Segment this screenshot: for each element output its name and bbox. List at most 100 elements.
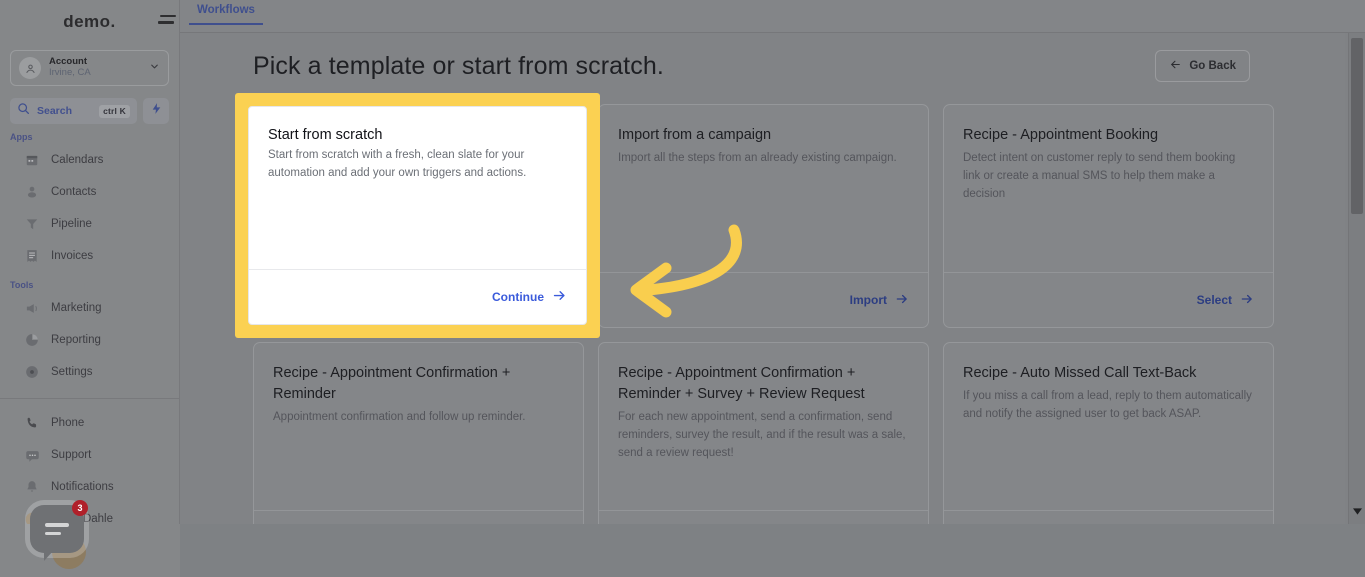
arrow-right-icon (895, 292, 909, 309)
go-back-button[interactable]: Go Back (1155, 50, 1250, 82)
card-body: Recipe - Appointment Booking Detect inte… (944, 105, 1273, 272)
nav-group-apps: Calendars Contacts Pipeline Invoices (0, 144, 179, 272)
lightning-bolt-icon (150, 101, 163, 121)
card-footer: Import (599, 272, 928, 327)
nav-group-label-apps: Apps (10, 132, 33, 142)
card-action-link[interactable]: Select (1197, 292, 1254, 309)
topbar: Workflows (180, 0, 1365, 33)
card-action-label: Select (1196, 293, 1232, 307)
scroll-down-arrow-icon[interactable] (1349, 504, 1365, 518)
template-card-import-from-campaign[interactable]: Import from a campaign Import all the st… (598, 104, 929, 328)
sidebar-item-label: Calendars (51, 154, 104, 166)
sidebar-item-reporting[interactable]: Reporting (0, 324, 179, 356)
card-body: Recipe - Appointment Confirmation + Remi… (254, 343, 583, 510)
card-description: Start from scratch with a fresh, clean s… (268, 149, 527, 179)
continue-link[interactable]: Continue (492, 288, 567, 306)
chat-unread-badge: 3 (72, 500, 88, 516)
sidebar-item-support[interactable]: Support (0, 439, 179, 471)
sidebar-item-pipeline[interactable]: Pipeline (0, 208, 179, 240)
card-title: Recipe - Appointment Confirmation + Remi… (618, 365, 865, 403)
template-card-appointment-confirmation-reminder[interactable]: Recipe - Appointment Confirmation + Remi… (253, 342, 584, 524)
card-title: Start from scratch (268, 127, 383, 143)
template-card-start-from-scratch-highlighted[interactable]: Start from scratch Start from scratch wi… (248, 106, 587, 325)
sidebar-item-label: Invoices (51, 250, 94, 262)
card-title: Recipe - Appointment Booking (963, 127, 1159, 143)
card-body: Recipe - Appointment Confirmation + Remi… (599, 343, 928, 510)
page-footer-strip (180, 524, 1365, 577)
sidebar-item-contacts[interactable]: Contacts (0, 176, 179, 208)
card-title: Recipe - Auto Missed Call Text-Back (963, 365, 1197, 381)
card-body: Recipe - Auto Missed Call Text-Back If y… (944, 343, 1273, 510)
sidebar-item-label: Notifications (51, 481, 114, 493)
arrow-left-icon (1169, 58, 1182, 74)
pipeline-icon (24, 216, 40, 232)
support-chat-icon (24, 447, 40, 463)
search-icon (17, 102, 30, 120)
card-footer: Select (944, 272, 1273, 327)
search-input[interactable]: Search ctrl K (10, 98, 137, 124)
card-body: Start from scratch Start from scratch wi… (249, 107, 586, 269)
sidebar-item-marketing[interactable]: Marketing (0, 292, 179, 324)
account-avatar-icon (19, 57, 41, 79)
card-description: Appointment confirmation and follow up r… (273, 411, 526, 424)
sidebar-item-calendars[interactable]: Calendars (0, 144, 179, 176)
pie-chart-icon (24, 332, 40, 348)
card-action-link[interactable]: Import (850, 292, 909, 309)
highlight-frame: Start from scratch Start from scratch wi… (235, 93, 600, 338)
search-shortcut-badge: ctrl K (99, 104, 130, 118)
calendar-icon (24, 152, 40, 168)
card-footer: Select (254, 510, 583, 524)
bell-icon (24, 479, 40, 495)
search-row: Search ctrl K (10, 98, 169, 124)
app-root: demo. Account Irvine, CA Search ctrl K A… (0, 0, 1365, 577)
scrollbar-thumb[interactable] (1351, 38, 1363, 214)
card-footer: Continue (249, 269, 586, 324)
sidebar-item-label: Pipeline (51, 218, 92, 230)
template-card-appointment-confirmation-survey-review[interactable]: Recipe - Appointment Confirmation + Remi… (598, 342, 929, 524)
sidebar-item-phone[interactable]: Phone (0, 407, 179, 439)
sidebar-item-label: Phone (51, 417, 85, 429)
template-card-auto-missed-call-text-back[interactable]: Recipe - Auto Missed Call Text-Back If y… (943, 342, 1274, 524)
card-description: Import all the steps from an already exi… (618, 152, 897, 165)
quick-actions-button[interactable] (143, 98, 169, 124)
card-title: Import from a campaign (618, 127, 772, 143)
sidebar-item-label: Settings (51, 366, 93, 378)
card-footer: Select (599, 510, 928, 524)
card-action-label: Import (849, 293, 887, 307)
template-card-appointment-booking[interactable]: Recipe - Appointment Booking Detect inte… (943, 104, 1274, 328)
invoices-icon (24, 248, 40, 264)
gear-icon (24, 364, 40, 380)
card-footer: Select (944, 510, 1273, 524)
sidebar-bottom-nav: Phone Support Notifications Kevin Dahle (0, 399, 179, 535)
arrow-right-icon (552, 288, 567, 306)
vertical-scrollbar[interactable] (1348, 33, 1365, 524)
chat-launcher-widget[interactable]: 3 (30, 500, 88, 569)
sidebar-collapse-icon[interactable] (158, 11, 176, 27)
chat-bubble-icon[interactable]: 3 (30, 500, 88, 561)
sidebar-item-label: Marketing (51, 302, 102, 314)
account-text: Account Irvine, CA (49, 56, 141, 79)
tab-workflows[interactable]: Workflows (189, 4, 263, 25)
sidebar: demo. Account Irvine, CA Search ctrl K A… (0, 0, 180, 577)
nav-group-tools: Marketing Reporting Settings (0, 292, 179, 388)
brand-logo: demo. (63, 12, 116, 31)
nav-group-label-tools: Tools (10, 280, 34, 290)
contacts-icon (24, 184, 40, 200)
sidebar-item-label: Reporting (51, 334, 101, 346)
page-title: Pick a template or start from scratch. (253, 51, 664, 80)
sidebar-item-notifications[interactable]: Notifications (0, 471, 179, 503)
card-title: Recipe - Appointment Confirmation + Remi… (273, 365, 511, 403)
phone-icon (24, 415, 40, 431)
chevron-down-icon (149, 59, 160, 77)
account-switcher[interactable]: Account Irvine, CA (10, 50, 169, 86)
sidebar-footer-strip (0, 524, 180, 577)
megaphone-icon (24, 300, 40, 316)
sidebar-item-invoices[interactable]: Invoices (0, 240, 179, 272)
account-location: Irvine, CA (49, 67, 91, 78)
sidebar-item-settings[interactable]: Settings (0, 356, 179, 388)
go-back-label: Go Back (1189, 60, 1236, 72)
chat-tail (44, 551, 53, 561)
card-body: Import from a campaign Import all the st… (599, 105, 928, 272)
search-label: Search (37, 105, 73, 117)
card-description: If you miss a call from a lead, reply to… (963, 390, 1252, 420)
